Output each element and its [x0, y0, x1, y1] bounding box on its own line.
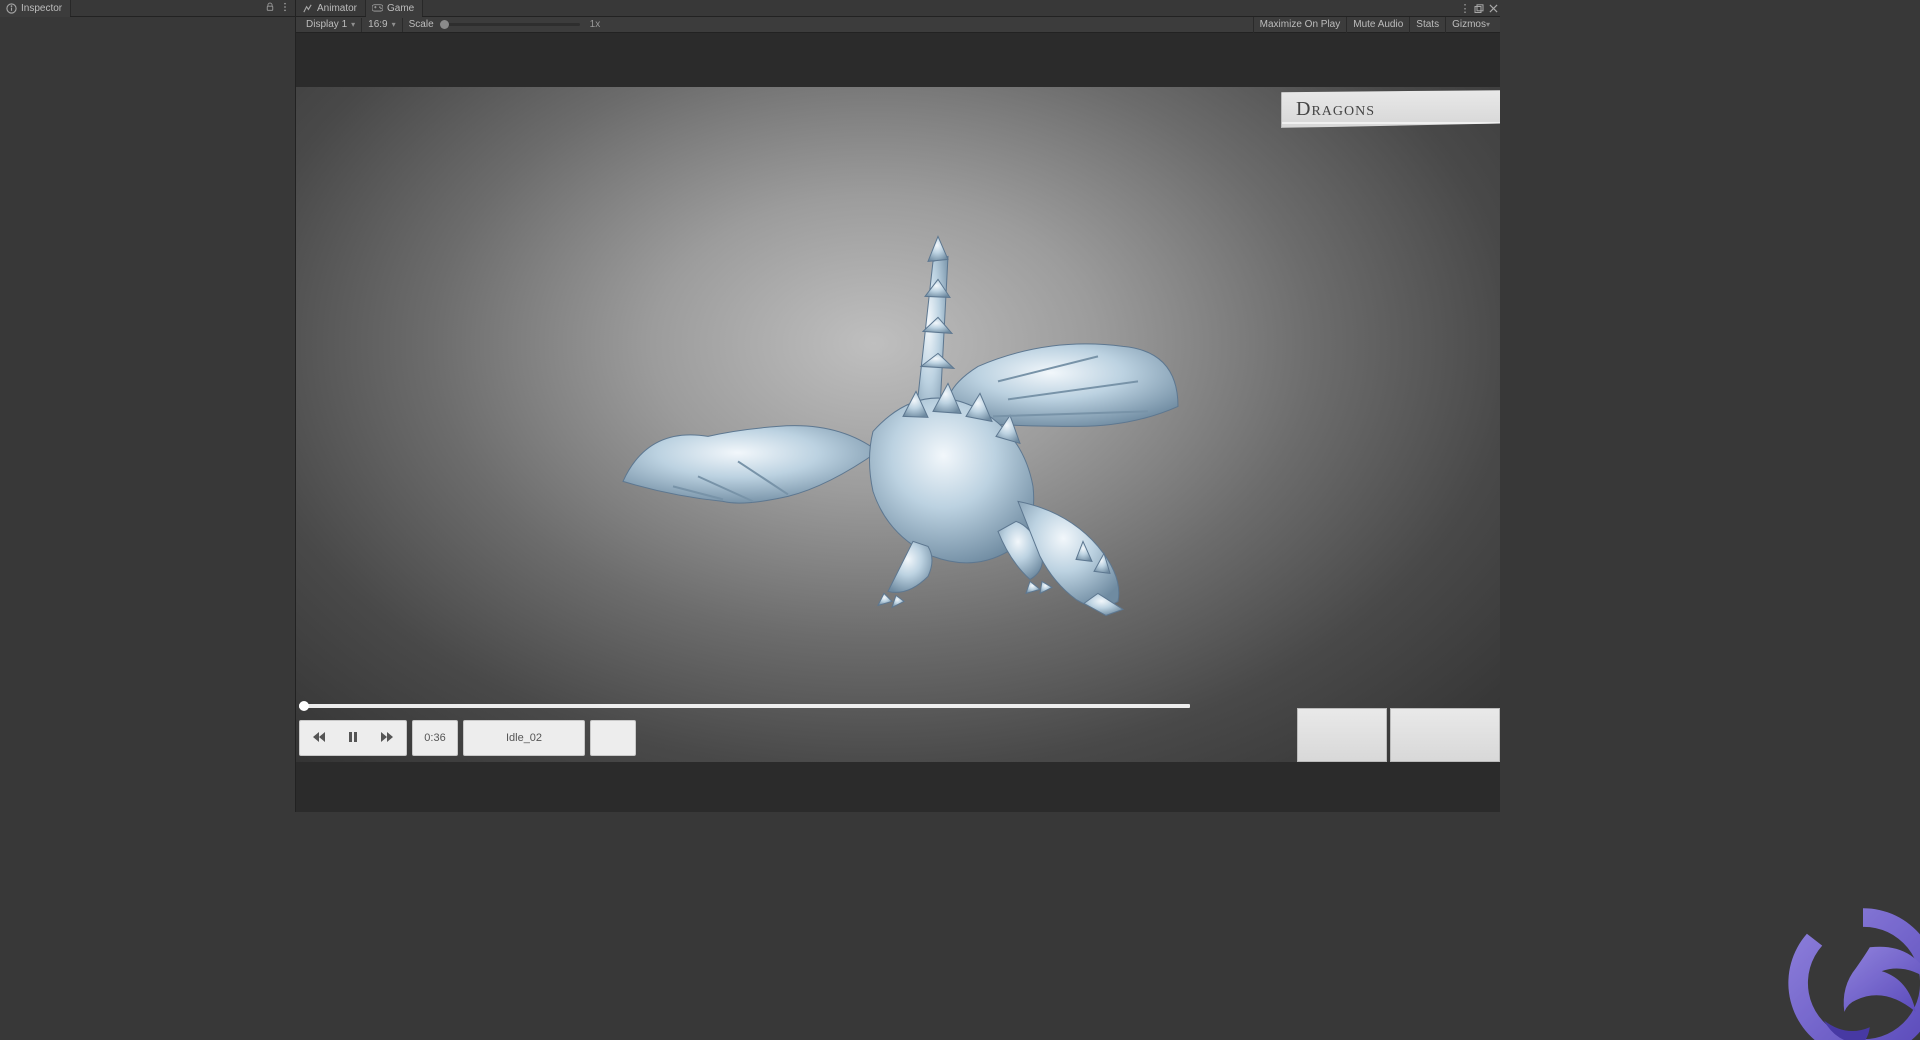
scale-slider[interactable] — [440, 23, 580, 26]
scale-slider-knob[interactable] — [440, 20, 449, 29]
gizmos-dropdown[interactable]: Gizmos — [1445, 17, 1496, 33]
mute-audio-label: Mute Audio — [1353, 19, 1403, 30]
time-display-label: 0:36 — [424, 732, 445, 744]
tab-game[interactable]: Game — [366, 0, 423, 16]
aspect-dropdown[interactable]: 16:9 — [362, 17, 401, 33]
scale-label: Scale — [409, 19, 434, 30]
dragon-model — [578, 201, 1218, 631]
tab-animator-label: Animator — [317, 3, 357, 14]
aspect-dropdown-label: 16:9 — [368, 19, 387, 30]
display-dropdown[interactable]: Display 1 — [300, 17, 361, 33]
overlay-banner[interactable]: Dragons — [1281, 90, 1500, 128]
clip-extra-button[interactable] — [590, 720, 636, 756]
lock-icon[interactable] — [265, 2, 275, 15]
playback-controls: 0:36 Idle_02 — [299, 720, 636, 756]
timeline-knob[interactable] — [299, 701, 309, 711]
fast-forward-button[interactable] — [380, 730, 394, 747]
game-icon — [372, 3, 383, 14]
stats-label: Stats — [1416, 19, 1439, 30]
gizmos-label: Gizmos — [1452, 19, 1486, 30]
game-viewport-container: Dragons — [296, 33, 1500, 812]
mute-audio-button[interactable]: Mute Audio — [1346, 17, 1409, 33]
tab-inspector-label: Inspector — [21, 3, 62, 14]
inspector-tabbar: Inspector — [0, 0, 295, 17]
tab-animator[interactable]: Animator — [296, 0, 366, 16]
info-icon — [6, 3, 17, 14]
maximize-on-play-label: Maximize On Play — [1260, 19, 1341, 30]
maximize-on-play-button[interactable]: Maximize On Play — [1253, 17, 1347, 33]
scale-value: 1x — [586, 19, 601, 30]
overlay-banner-title: Dragons — [1296, 98, 1375, 121]
watermark-logo — [1778, 898, 1920, 1040]
tab-inspector[interactable]: Inspector — [0, 0, 71, 16]
popout-icon[interactable] — [1474, 4, 1484, 14]
clip-name-label: Idle_02 — [506, 732, 542, 744]
right-tabbar: Animator Game ⋮ — [296, 0, 1500, 17]
pause-button[interactable] — [346, 730, 360, 747]
close-icon[interactable] — [1488, 4, 1498, 13]
game-toolbar: Display 1 16:9 Scale 1x Maximize On Play… — [296, 17, 1500, 33]
time-display[interactable]: 0:36 — [412, 720, 458, 756]
inspector-body — [0, 17, 295, 812]
overlay-bottom-panels — [1297, 708, 1500, 762]
tab-game-label: Game — [387, 3, 414, 14]
overlay-panel-2[interactable] — [1390, 708, 1500, 762]
timeline-track[interactable] — [299, 704, 1190, 708]
clip-name-display[interactable]: Idle_02 — [463, 720, 585, 756]
inspector-panel: Inspector — [0, 0, 296, 812]
display-dropdown-label: Display 1 — [306, 19, 347, 30]
kebab-icon[interactable] — [281, 2, 289, 15]
kebab-icon[interactable]: ⋮ — [1460, 2, 1470, 15]
playback-buttons-group — [299, 720, 407, 756]
overlay-panel-1[interactable] — [1297, 708, 1387, 762]
stats-button[interactable]: Stats — [1409, 17, 1445, 33]
game-viewport[interactable]: Dragons — [296, 87, 1500, 762]
rewind-button[interactable] — [312, 730, 326, 747]
animator-icon — [302, 3, 313, 14]
